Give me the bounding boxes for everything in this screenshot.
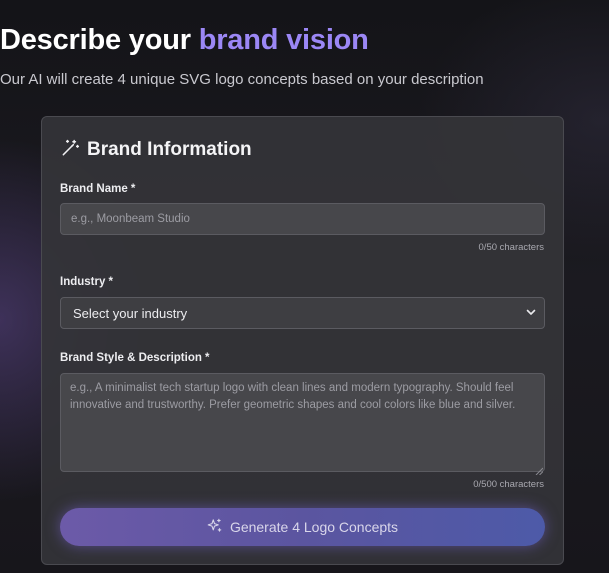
style-description-label: Brand Style & Description * [60, 352, 210, 364]
brand-name-counter: 0/50 characters [478, 242, 544, 253]
page-subtitle: Our AI will create 4 unique SVG logo con… [0, 71, 484, 88]
industry-select-value: Select your industry [73, 305, 188, 321]
magic-wand-icon [60, 138, 80, 163]
page-title-prefix: Describe your [0, 24, 191, 56]
page-title-accent: brand vision [198, 24, 369, 56]
style-description-counter: 0/500 characters [473, 479, 544, 490]
brand-name-input[interactable] [60, 203, 545, 235]
chevron-down-icon [526, 304, 536, 322]
page-title: Describe your brand vision [0, 24, 609, 57]
industry-label: Industry * [60, 276, 114, 288]
sparkles-icon [207, 518, 222, 536]
generate-logo-concepts-button[interactable]: Generate 4 Logo Concepts [60, 508, 545, 546]
generate-button-label: Generate 4 Logo Concepts [229, 519, 399, 535]
card-title: Brand Information [87, 139, 252, 160]
industry-select[interactable]: Select your industry [60, 297, 545, 329]
brand-information-card: Brand Information Brand Name * 0/50 char… [41, 116, 564, 565]
style-description-textarea[interactable] [60, 373, 545, 472]
brand-name-label: Brand Name * [60, 183, 136, 195]
resize-handle-icon[interactable] [535, 462, 544, 476]
card-header: Brand Information [60, 138, 252, 162]
